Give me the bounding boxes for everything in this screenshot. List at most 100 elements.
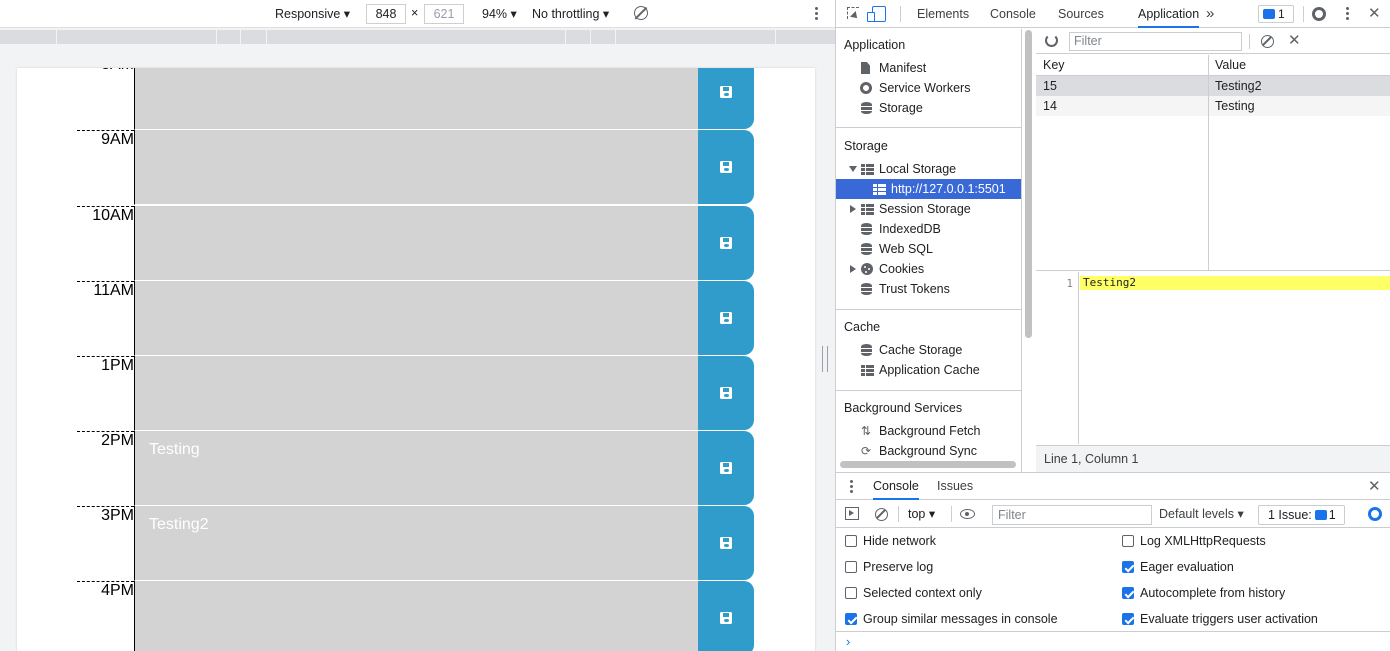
messages-badge[interactable]: 1 bbox=[1258, 5, 1294, 23]
storage-filter-input[interactable]: Filter bbox=[1069, 32, 1242, 51]
event-textarea[interactable]: Testing2 bbox=[134, 506, 699, 581]
sidebar-item-trust-tokens[interactable]: Trust Tokens bbox=[836, 279, 1021, 299]
event-textarea[interactable] bbox=[134, 356, 699, 431]
clear-console-icon[interactable] bbox=[875, 508, 888, 521]
sidebar-item-cache-storage[interactable]: Cache Storage bbox=[836, 340, 1021, 360]
sidebar-item-indexeddb[interactable]: IndexedDB bbox=[836, 219, 1021, 239]
sidebar-item-cookies[interactable]: Cookies bbox=[836, 259, 1021, 279]
checkbox[interactable] bbox=[845, 535, 857, 547]
sidebar-item-manifest[interactable]: Manifest bbox=[836, 58, 1021, 78]
event-textarea[interactable] bbox=[134, 68, 699, 130]
tab-console-drawer[interactable]: Console bbox=[873, 473, 919, 500]
tab-console[interactable]: Console bbox=[990, 0, 1036, 28]
issues-badge[interactable]: 1 Issue: 1 bbox=[1258, 505, 1345, 525]
option-group-similar[interactable]: Group similar messages in console bbox=[845, 611, 1058, 627]
console-sidebar-toggle-icon[interactable] bbox=[845, 507, 859, 520]
database-icon bbox=[861, 243, 872, 255]
checkbox[interactable] bbox=[1122, 613, 1134, 625]
clear-all-icon[interactable] bbox=[1261, 35, 1274, 48]
sidebar-horizontal-scrollbar[interactable] bbox=[840, 461, 1016, 468]
save-button[interactable] bbox=[698, 581, 754, 651]
sidebar-item-storage[interactable]: Storage bbox=[836, 98, 1021, 118]
save-button[interactable] bbox=[698, 206, 754, 280]
preview-value[interactable]: Testing2 bbox=[1080, 276, 1390, 290]
save-button[interactable] bbox=[698, 281, 754, 355]
hour-label: 11AM bbox=[77, 281, 134, 356]
sidebar-item-web-sql[interactable]: Web SQL bbox=[836, 239, 1021, 259]
event-textarea[interactable]: Testing bbox=[134, 431, 699, 506]
save-button[interactable] bbox=[698, 356, 754, 430]
event-textarea[interactable] bbox=[134, 206, 699, 281]
sidebar-item-session-storage[interactable]: Session Storage bbox=[836, 199, 1021, 219]
sidebar-item-background-sync[interactable]: ⟳ Background Sync bbox=[836, 441, 1021, 461]
collapsed-arrow-icon[interactable] bbox=[850, 205, 856, 213]
console-prompt[interactable]: › bbox=[836, 631, 1390, 651]
table-row[interactable]: 14 Testing bbox=[1036, 96, 1390, 116]
sidebar-item-local-storage-origin[interactable]: http://127.0.0.1:5501 bbox=[836, 179, 1021, 199]
refresh-icon[interactable] bbox=[1045, 34, 1058, 47]
save-button[interactable] bbox=[698, 68, 754, 129]
checkbox[interactable] bbox=[845, 613, 857, 625]
save-icon bbox=[720, 537, 732, 549]
rotate-icon[interactable] bbox=[634, 6, 648, 20]
checkbox[interactable] bbox=[1122, 587, 1134, 599]
sidebar-vertical-scrollbar[interactable] bbox=[1025, 30, 1032, 338]
checkbox[interactable] bbox=[1122, 561, 1134, 573]
device-toolbar-icon[interactable] bbox=[867, 6, 886, 22]
save-button[interactable] bbox=[698, 431, 754, 505]
more-tabs-icon[interactable]: » bbox=[1206, 0, 1214, 28]
save-icon bbox=[720, 86, 732, 98]
tab-issues[interactable]: Issues bbox=[937, 473, 973, 500]
resize-handle[interactable] bbox=[822, 346, 828, 372]
save-button[interactable] bbox=[698, 506, 754, 580]
log-levels-select[interactable]: Default levels ▾ bbox=[1159, 506, 1244, 521]
column-header-key[interactable]: Key bbox=[1036, 55, 1065, 75]
tab-application[interactable]: Application bbox=[1138, 0, 1200, 28]
zoom-select[interactable]: 94% ▾ bbox=[482, 6, 517, 21]
drawer-menu-icon[interactable] bbox=[850, 480, 854, 494]
option-preserve-log[interactable]: Preserve log bbox=[845, 559, 933, 575]
key-cell: 14 bbox=[1043, 99, 1057, 113]
hour-label: 3PM bbox=[77, 506, 134, 581]
close-devtools-icon[interactable]: ✕ bbox=[1368, 6, 1381, 21]
live-expression-eye-icon[interactable] bbox=[960, 509, 975, 519]
gear-icon bbox=[860, 82, 872, 94]
option-evaluate-triggers[interactable]: Evaluate triggers user activation bbox=[1122, 611, 1318, 627]
inspect-element-icon[interactable] bbox=[847, 7, 859, 19]
sidebar-item-service-workers[interactable]: Service Workers bbox=[836, 78, 1021, 98]
height-input[interactable]: 621 bbox=[424, 4, 464, 24]
sidebar-item-application-cache[interactable]: Application Cache bbox=[836, 360, 1021, 380]
option-autocomplete-history[interactable]: Autocomplete from history bbox=[1122, 585, 1285, 601]
option-selected-context-only[interactable]: Selected context only bbox=[845, 585, 982, 601]
option-hide-network[interactable]: Hide network bbox=[845, 533, 936, 549]
checkbox[interactable] bbox=[1122, 535, 1134, 547]
collapsed-arrow-icon[interactable] bbox=[850, 265, 856, 273]
checkbox[interactable] bbox=[845, 561, 857, 573]
table-row[interactable]: 15 Testing2 bbox=[1036, 76, 1390, 96]
sidebar-item-background-fetch[interactable]: ⇅ Background Fetch bbox=[836, 421, 1021, 441]
event-textarea[interactable] bbox=[134, 581, 699, 651]
tab-elements[interactable]: Elements bbox=[917, 0, 969, 28]
settings-gear-icon[interactable] bbox=[1312, 7, 1326, 21]
console-filter-input[interactable]: Filter bbox=[992, 505, 1152, 525]
option-log-xmlhttprequests[interactable]: Log XMLHttpRequests bbox=[1122, 533, 1266, 549]
more-options-icon[interactable] bbox=[812, 5, 820, 23]
option-eager-evaluation[interactable]: Eager evaluation bbox=[1122, 559, 1234, 575]
column-header-value[interactable]: Value bbox=[1208, 55, 1246, 75]
event-textarea[interactable] bbox=[134, 130, 699, 205]
device-select[interactable]: Responsive ▾ bbox=[275, 6, 350, 21]
width-input[interactable]: 848 bbox=[366, 4, 406, 24]
table-header: Key Value bbox=[1036, 55, 1390, 76]
tab-sources[interactable]: Sources bbox=[1058, 0, 1104, 28]
throttling-select[interactable]: No throttling ▾ bbox=[532, 6, 609, 21]
save-button[interactable] bbox=[698, 130, 754, 204]
sidebar-item-local-storage[interactable]: Local Storage bbox=[836, 159, 1021, 179]
expand-arrow-icon[interactable] bbox=[849, 166, 857, 172]
checkbox[interactable] bbox=[845, 587, 857, 599]
execution-context-select[interactable]: top ▾ bbox=[908, 506, 935, 521]
delete-selected-icon[interactable]: ✕ bbox=[1288, 33, 1301, 48]
console-settings-gear-icon[interactable] bbox=[1368, 507, 1382, 521]
close-drawer-icon[interactable]: ✕ bbox=[1368, 479, 1381, 494]
customize-menu-icon[interactable] bbox=[1343, 5, 1351, 23]
event-textarea[interactable] bbox=[134, 281, 699, 356]
